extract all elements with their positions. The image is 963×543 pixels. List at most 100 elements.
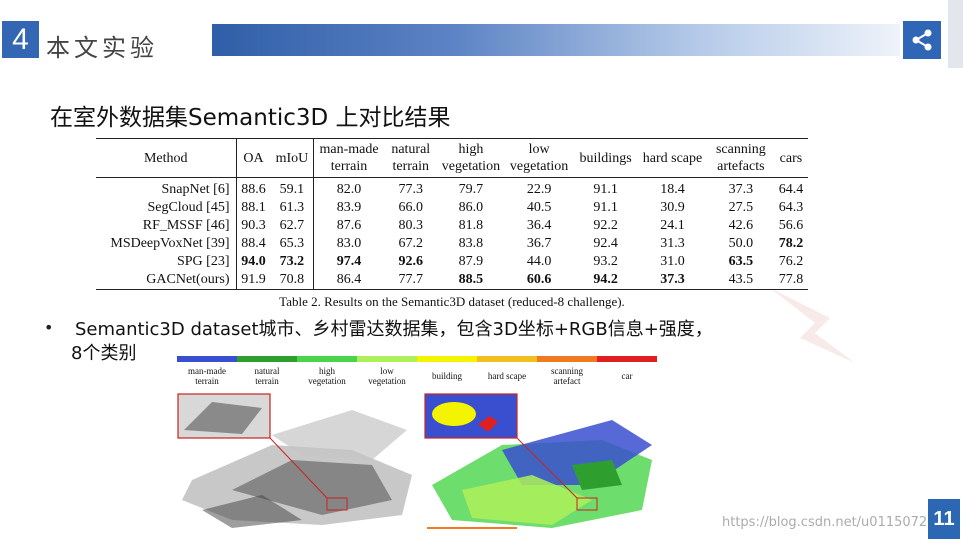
col-miou: mIoU	[275, 150, 309, 166]
bullet-line-1: Semantic3D dataset城市、乡村雷达数据集，包含3D坐标+RGB信…	[75, 319, 713, 340]
cell-method: SnapNet [6]	[161, 182, 230, 197]
labeled-point-cloud	[424, 393, 652, 529]
swatch-car	[597, 356, 657, 362]
legend-label: hard scape	[487, 371, 527, 381]
cell-method: RF_MSSF [46]	[142, 218, 230, 233]
header-gradient-bar	[212, 24, 900, 56]
cell-method: MSDeepVoxNet [39]	[110, 236, 230, 251]
table-header-row: Method OA mIoU man-made terrain natural …	[96, 138, 808, 178]
table-row: GACNet(ours) 91.9 70.8 86.4 77.7 88.5 60…	[96, 271, 808, 290]
cell-method: GACNet(ours)	[146, 272, 230, 287]
legend-label: natural terrain	[254, 366, 280, 386]
cell: 87.6	[313, 217, 384, 235]
cell: 86.0	[458, 200, 484, 215]
cell: 31.3	[660, 236, 685, 251]
cell: 64.4	[778, 182, 804, 197]
table-row: SPG [23] 94.0 73.2 97.4 92.6 87.9 44.0 9…	[96, 253, 808, 271]
swatch-natural-terrain	[237, 356, 297, 362]
cell: 50.0	[728, 236, 754, 251]
cell: 65.3	[279, 236, 305, 251]
swatch-high-vegetation	[297, 356, 357, 362]
cell: 37.3	[660, 272, 685, 287]
section-number-box: 4	[2, 21, 39, 58]
cell: 31.0	[660, 254, 685, 269]
window-edge-strip	[948, 0, 963, 68]
cell: 70.8	[279, 272, 305, 287]
legend-label: low vegetation	[368, 366, 406, 386]
legend-label: car	[621, 371, 633, 381]
cell: 62.7	[279, 218, 305, 233]
cell: 79.7	[458, 182, 484, 197]
cell: 90.3	[235, 217, 271, 235]
cell: 97.4	[313, 253, 384, 271]
cell: 94.0	[235, 253, 271, 271]
col-low-vegetation: low vegetation	[509, 142, 569, 174]
cell: 88.5	[458, 272, 484, 287]
share-icon	[912, 29, 932, 51]
swatch-scanning-artefact	[537, 356, 597, 362]
swatch-building	[417, 356, 477, 362]
cell: 77.8	[778, 272, 804, 287]
cell: 78.2	[778, 236, 804, 251]
cell: 18.4	[660, 182, 685, 197]
cell: 60.6	[526, 272, 552, 287]
legend-label: scanning artefact	[551, 366, 583, 386]
cell: 88.4	[235, 235, 271, 253]
cell: 59.1	[279, 182, 305, 197]
col-method: Method	[143, 150, 188, 166]
col-scanning-artefacts: scanning artefacts	[715, 142, 766, 174]
cell: 81.8	[458, 218, 484, 233]
cell: 83.8	[458, 236, 484, 251]
point-cloud-figure	[177, 393, 652, 529]
cell: 91.9	[235, 271, 271, 290]
cell: 56.6	[778, 218, 804, 233]
bullet-marker: •	[44, 318, 54, 337]
cell: 36.4	[526, 218, 552, 233]
cell-method: SPG [23]	[176, 254, 230, 269]
cell: 67.2	[398, 236, 424, 251]
cell: 92.4	[593, 236, 618, 251]
cell: 88.6	[235, 177, 271, 199]
col-hard-scape: hard scape	[642, 150, 703, 166]
cell: 82.0	[313, 177, 384, 199]
cell: 63.5	[728, 254, 754, 269]
cell: 77.7	[398, 272, 424, 287]
col-cars: cars	[779, 150, 803, 166]
results-table: Method OA mIoU man-made terrain natural …	[96, 138, 808, 290]
share-button[interactable]	[903, 21, 941, 59]
col-oa: OA	[235, 138, 271, 178]
cell: 43.5	[728, 272, 754, 287]
raw-point-cloud	[177, 393, 412, 528]
class-color-strip	[177, 356, 657, 362]
col-man-made-terrain: man-made terrain	[313, 138, 384, 178]
cell: 76.2	[778, 254, 804, 269]
col-buildings: buildings	[579, 150, 632, 166]
cell: 61.3	[279, 200, 305, 215]
table-caption: Table 2. Results on the Semantic3D datas…	[279, 294, 625, 309]
legend-label: high vegetation	[308, 366, 346, 386]
slide-heading: 在室外数据集Semantic3D 上对比结果	[50, 105, 451, 131]
cell: 42.6	[728, 218, 754, 233]
col-high-vegetation: high vegetation	[441, 142, 501, 174]
results-table-container: Method OA mIoU man-made terrain natural …	[96, 138, 808, 310]
table-row: SnapNet [6] 88.6 59.1 82.0 77.3 79.7 22.…	[96, 177, 808, 199]
cell: 40.5	[526, 200, 552, 215]
cell: 88.1	[235, 199, 271, 217]
cell: 91.1	[593, 200, 618, 215]
legend-label: man-made terrain	[188, 366, 226, 386]
cell: 80.3	[398, 218, 424, 233]
cell: 64.3	[778, 200, 804, 215]
table-row: RF_MSSF [46] 90.3 62.7 87.6 80.3 81.8 36…	[96, 217, 808, 235]
cell: 92.2	[593, 218, 618, 233]
cell: 87.9	[458, 254, 484, 269]
cell: 44.0	[526, 254, 552, 269]
bullet-line-2: 8个类别	[71, 343, 137, 364]
cell: 94.2	[593, 272, 618, 287]
cell: 27.5	[728, 200, 754, 215]
cell: 91.1	[593, 182, 618, 197]
cell: 22.9	[526, 182, 552, 197]
cell: 77.3	[398, 182, 424, 197]
watermark: https://blog.csdn.net/u011507206	[722, 515, 944, 530]
cell: 37.3	[728, 182, 754, 197]
legend-label: building	[431, 371, 462, 381]
